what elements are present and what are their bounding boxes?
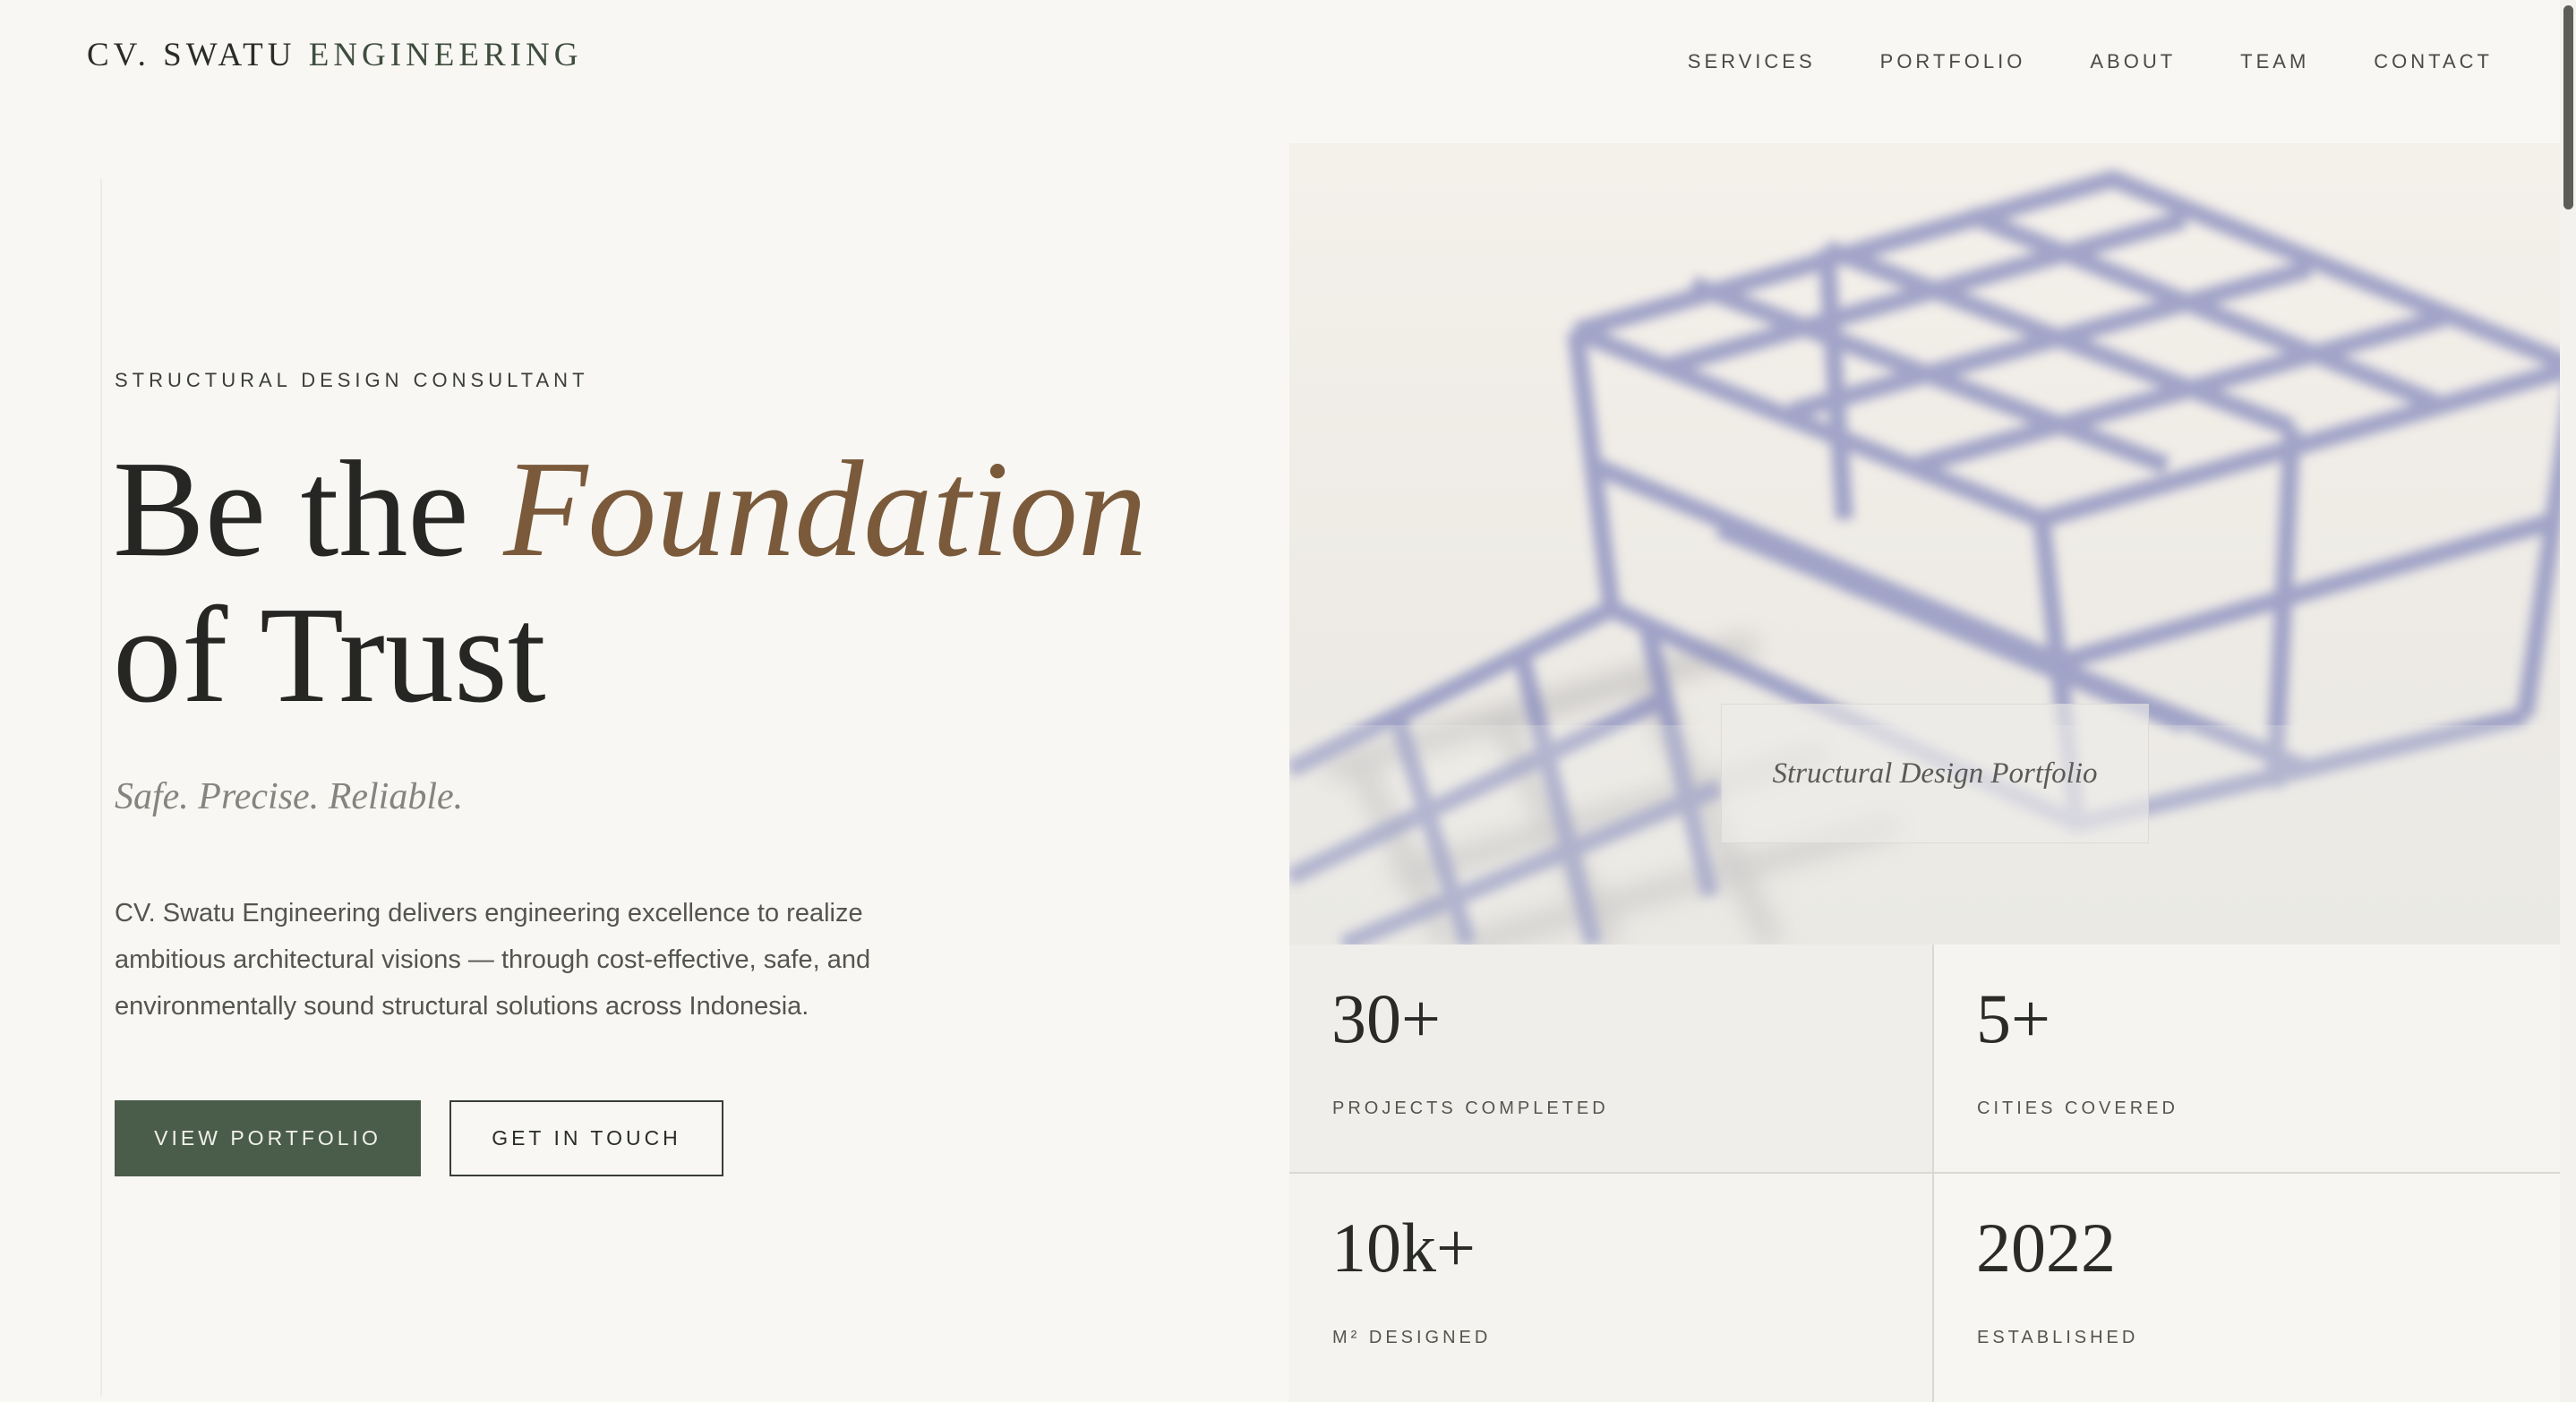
hero-tagline: Safe. Precise. Reliable. (115, 776, 464, 817)
view-portfolio-button[interactable]: VIEW PORTFOLIO (115, 1100, 421, 1176)
stat-area-designed: 10k+ M² DESIGNED (1289, 1174, 1934, 1402)
stat-projects: 30+ PROJECTS COMPLETED (1289, 945, 1934, 1174)
nav-about[interactable]: ABOUT (2090, 50, 2176, 73)
stat-value: 30+ (1331, 979, 1441, 1057)
brand-logo[interactable]: CV. SWATU ENGINEERING (87, 36, 582, 74)
stat-label: ESTABLISHED (1977, 1328, 2139, 1347)
decorative-divider-line (100, 179, 102, 1397)
stat-label: CITIES COVERED (1977, 1099, 2178, 1118)
get-in-touch-button[interactable]: GET IN TOUCH (449, 1100, 723, 1176)
stat-established: 2022 ESTABLISHED (1934, 1174, 2576, 1402)
headline-accent: Foundation (503, 433, 1147, 586)
hero-eyebrow: STRUCTURAL DESIGN CONSULTANT (115, 369, 589, 391)
hero-description: CV. Swatu Engineering delivers engineeri… (115, 899, 871, 1021)
nav-contact[interactable]: CONTACT (2374, 50, 2493, 73)
brand-name-part1: CV. SWATU (87, 37, 296, 73)
nav-team[interactable]: TEAM (2240, 50, 2309, 73)
nav-portfolio[interactable]: PORTFOLIO (1880, 50, 2026, 73)
main-nav: SERVICES PORTFOLIO ABOUT TEAM CONTACT (1688, 50, 2493, 73)
stats-grid: 30+ PROJECTS COMPLETED 5+ CITIES COVERED… (1289, 945, 2576, 1402)
brand-name-part2: ENGINEERING (308, 37, 583, 73)
image-caption: Structural Design Portfolio (1721, 704, 2149, 843)
stat-value: 10k+ (1331, 1209, 1476, 1287)
stat-label: PROJECTS COMPLETED (1332, 1099, 1609, 1118)
page-scrollbar[interactable] (2560, 0, 2576, 1402)
stat-label: M² DESIGNED (1332, 1328, 1492, 1347)
stat-value: 5+ (1976, 979, 2050, 1057)
headline-start: Be the (113, 433, 469, 586)
nav-services[interactable]: SERVICES (1688, 50, 1816, 73)
headline-end: of Trust (113, 579, 546, 731)
stat-value: 2022 (1976, 1209, 2116, 1287)
scrollbar-thumb[interactable] (2563, 5, 2573, 209)
stat-cities: 5+ CITIES COVERED (1934, 945, 2576, 1174)
hero-headline: Be the Foundation of Trust (113, 437, 1147, 729)
